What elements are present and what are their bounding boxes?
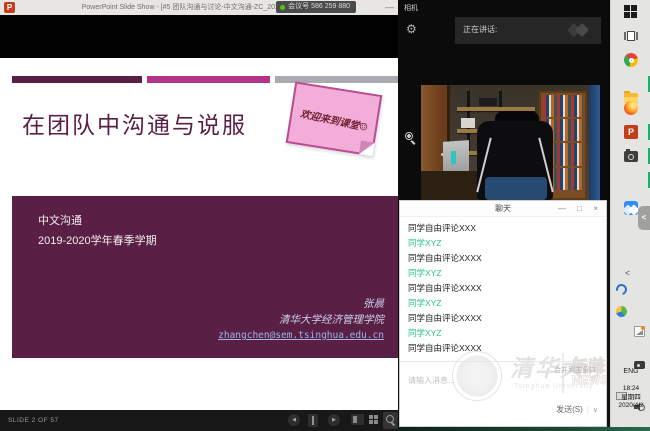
chat-divider	[400, 361, 606, 362]
slideshow-toolbar: SLIDE 2 OF 57 ◀ ▶	[0, 410, 400, 431]
accent-bar-pink	[147, 76, 270, 83]
powerpoint-taskbar-icon[interactable]: P	[624, 125, 638, 139]
ppt-titlebar: PowerPoint Slide Show - [#5 团队沟通与讨论-中文沟通…	[0, 0, 400, 15]
previous-slide-button[interactable]: ◀	[288, 414, 300, 426]
magnifier-icon	[383, 412, 398, 429]
accent-bar-maroon	[12, 76, 142, 83]
screen: PowerPoint Slide Show - [#5 团队沟通与讨论-中文沟通…	[0, 0, 650, 431]
tray-app-icon[interactable]	[614, 282, 629, 297]
chat-message: 同学自由评论XXXX	[408, 251, 598, 266]
grid-icon	[368, 414, 379, 425]
chat-window: 聊天 — □ × 清华大学 Tsinghua University 新闻 NEW…	[399, 200, 607, 427]
firefox-icon[interactable]	[624, 101, 638, 115]
language-indicator[interactable]: ENG	[611, 368, 650, 375]
next-slide-button[interactable]: ▶	[328, 414, 340, 426]
speaking-indicator-bar: 正在讲话:	[455, 17, 601, 44]
send-options-caret[interactable]: ∨	[593, 407, 598, 414]
chrome-icon[interactable]	[624, 53, 638, 67]
camera-window-title: 相机	[404, 3, 418, 13]
author-email-link[interactable]: zhangchen@sem.tsinghua.edu.cn	[218, 328, 384, 344]
tray-screenshot-icon[interactable]	[634, 326, 645, 337]
storage-box	[479, 98, 497, 106]
meeting-id-badge[interactable]: 会议号 586 259 880	[276, 1, 356, 13]
clock-weekday: 星期四	[611, 394, 650, 403]
course-name: 中文沟通	[38, 212, 82, 228]
desktop-edge-strip	[398, 427, 650, 431]
sticky-fold-shade	[359, 140, 375, 156]
panel-icon	[351, 414, 364, 425]
chat-sender: 同学XYZ	[408, 326, 598, 341]
see-all-slides-button[interactable]	[368, 414, 379, 425]
computer-monitor	[443, 140, 469, 174]
storage-box	[461, 118, 475, 128]
chat-sender: 同学XYZ	[408, 296, 598, 311]
pen-tool-button[interactable]	[308, 414, 318, 427]
chat-close-button[interactable]: ×	[593, 201, 598, 217]
author-affiliation: 清华大学经济管理学院	[218, 312, 384, 328]
author-block: 张晨 清华大学经济管理学院 zhangchen@sem.tsinghua.edu…	[218, 296, 384, 344]
chat-maximize-button[interactable]: □	[577, 201, 582, 217]
news-watermark-en: NEWS	[572, 373, 608, 387]
task-view-button[interactable]	[624, 29, 638, 43]
slide-canvas: 在团队中沟通与说服 欢迎来到课堂☺ 中文沟通 2019-2020学年春季学期 张…	[0, 58, 400, 410]
settings-gear-icon[interactable]: ⚙	[406, 22, 417, 36]
chat-sender: 同学XYZ	[408, 266, 598, 281]
sticky-note: 欢迎来到课堂☺	[286, 81, 383, 156]
zoom-in-icon[interactable]	[404, 132, 417, 146]
minimize-button[interactable]: —	[385, 0, 394, 14]
tray-browser-icon[interactable]	[616, 306, 627, 317]
slide-title: 在团队中沟通与说服	[22, 106, 247, 140]
live-dot-icon	[280, 5, 285, 10]
merge-to-main-window-link[interactable]: 合并到主窗口	[554, 365, 596, 375]
chat-message-input[interactable]	[406, 373, 516, 387]
send-separator: |	[583, 405, 593, 414]
tencent-meeting-icon[interactable]	[624, 201, 638, 215]
chat-title: 聊天	[400, 201, 606, 217]
send-row: 发送(S)|∨	[556, 404, 598, 415]
zoom-slide-button[interactable]	[383, 412, 398, 429]
course-term: 2019-2020学年春季学期	[38, 232, 157, 248]
accent-bar-gray	[275, 76, 400, 83]
show-taskbar-button[interactable]	[351, 414, 364, 425]
meeting-collapse-tab[interactable]: <	[638, 206, 650, 230]
chat-message: 同学自由评论XXX	[408, 221, 598, 236]
chat-message: 同学自由评论XXXX	[408, 281, 598, 296]
course-info-box: 中文沟通 2019-2020学年春季学期 张晨 清华大学经济管理学院 zhang…	[12, 196, 400, 358]
start-button[interactable]	[624, 5, 638, 19]
office-chair-cushion	[485, 177, 547, 200]
powerpoint-window: PowerPoint Slide Show - [#5 团队沟通与讨论-中文沟通…	[0, 0, 400, 431]
slideshow-letterbox	[0, 15, 400, 58]
taskbar-clock[interactable]: 18:24 星期四 2020/4/2	[611, 385, 650, 411]
author-name: 张晨	[218, 296, 384, 312]
sticky-note-text: 欢迎来到课堂☺	[299, 104, 370, 133]
send-button[interactable]: 发送(S)	[556, 405, 583, 414]
camera-app-icon[interactable]	[624, 149, 638, 163]
clock-date: 2020/4/2	[611, 402, 650, 411]
chat-message: 同学自由评论XXXX	[408, 341, 598, 356]
tray-expand-chevron[interactable]: <	[625, 268, 630, 278]
webcam-video	[421, 85, 600, 200]
chat-sender: 同学XYZ	[408, 236, 598, 251]
pen-icon	[308, 414, 318, 427]
chat-message: 同学自由评论XXXX	[408, 311, 598, 326]
slide-counter: SLIDE 2 OF 57	[8, 410, 59, 431]
chat-message-list: 同学自由评论XXX 同学XYZ 同学自由评论XXXX 同学XYZ 同学自由评论X…	[408, 221, 598, 356]
clock-time: 18:24	[611, 385, 650, 394]
bottle	[451, 151, 456, 164]
chat-header: 聊天 — □ ×	[400, 201, 606, 217]
curtain	[589, 85, 600, 200]
tencent-meeting-logo-icon	[567, 23, 593, 38]
powerpoint-app-icon: P	[4, 2, 15, 13]
chat-minimize-button[interactable]: —	[558, 201, 566, 217]
speaking-label: 正在讲话:	[463, 24, 497, 35]
